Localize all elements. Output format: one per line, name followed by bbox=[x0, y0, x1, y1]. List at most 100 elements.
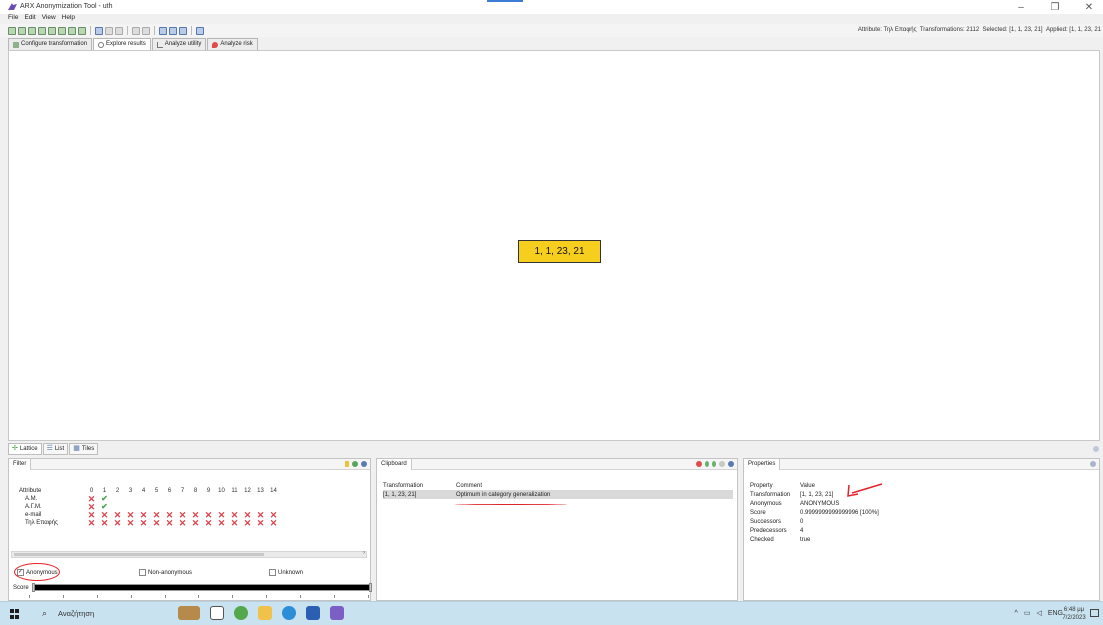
view-menu-icon[interactable] bbox=[1093, 446, 1099, 452]
non-anonymous-checkbox[interactable]: Non-anonymous bbox=[139, 569, 192, 576]
level-11: 11 bbox=[231, 488, 238, 494]
arx-taskbar-icon[interactable] bbox=[330, 606, 344, 620]
menu-view[interactable]: View bbox=[42, 14, 56, 24]
anonymize-icon[interactable] bbox=[95, 26, 103, 35]
move-up-icon[interactable] bbox=[705, 461, 709, 467]
tab-analyze-utility[interactable]: Analyze utility bbox=[151, 38, 207, 50]
tab-lattice[interactable]: ✢ Lattice bbox=[8, 443, 42, 455]
table-icon[interactable] bbox=[169, 26, 177, 35]
level-excluded-icon[interactable]: ✕ bbox=[124, 518, 137, 528]
menu-file[interactable]: File bbox=[8, 14, 18, 24]
new-project-icon[interactable] bbox=[8, 26, 16, 35]
level-excluded-icon[interactable]: ✕ bbox=[241, 518, 254, 528]
clock-time: 6:48 μμ bbox=[1063, 607, 1085, 613]
open-project-icon[interactable] bbox=[18, 26, 26, 35]
table-row[interactable]: [1, 1, 23, 21] Optimum in category gener… bbox=[383, 490, 733, 499]
level-excluded-icon[interactable]: ✕ bbox=[215, 518, 228, 528]
save-as-icon[interactable] bbox=[38, 26, 46, 35]
notification-icon[interactable] bbox=[1090, 609, 1099, 617]
taskbar-clock[interactable]: 6:48 μμ 7/2/2023 bbox=[1059, 606, 1089, 622]
network-icon[interactable]: ▭ bbox=[1024, 609, 1031, 617]
search-icon[interactable]: ⌕ bbox=[42, 608, 47, 619]
properties-tab[interactable]: Properties bbox=[744, 459, 781, 470]
level-excluded-icon[interactable]: ✕ bbox=[267, 518, 280, 528]
menu-help[interactable]: Help bbox=[62, 14, 75, 24]
move-down-icon[interactable] bbox=[712, 461, 716, 467]
score-range-slider[interactable] bbox=[31, 583, 372, 592]
unknown-checkbox[interactable]: Unknown bbox=[269, 569, 303, 576]
tab-list[interactable]: ☰ List bbox=[42, 443, 69, 455]
level-excluded-icon[interactable]: ✕ bbox=[254, 518, 267, 528]
non-anonymous-check-box[interactable] bbox=[139, 569, 146, 576]
anonymous-checkbox[interactable]: ✓ Anonymous bbox=[14, 563, 60, 581]
wizard-icon[interactable] bbox=[132, 26, 140, 35]
export-data-icon[interactable] bbox=[58, 26, 66, 35]
tab-configure-transformation[interactable]: Configure transformation bbox=[8, 38, 93, 50]
file-explorer-icon[interactable] bbox=[258, 606, 272, 620]
widgets-icon[interactable] bbox=[210, 606, 224, 620]
lattice-node[interactable]: 1, 1, 23, 21 bbox=[518, 240, 601, 263]
taskbar-search-input[interactable]: Αναζήτηση bbox=[58, 609, 94, 618]
level-excluded-icon[interactable]: ✕ bbox=[150, 518, 163, 528]
filter-tab[interactable]: Filter bbox=[9, 459, 32, 470]
level-excluded-icon[interactable]: ✕ bbox=[176, 518, 189, 528]
lattice-view[interactable]: 1, 1, 23, 21 bbox=[8, 50, 1100, 441]
reset-icon[interactable] bbox=[105, 26, 113, 35]
delete-icon[interactable] bbox=[696, 461, 702, 467]
close-button[interactable]: ✕ bbox=[1083, 2, 1095, 13]
create-hierarchy-icon[interactable] bbox=[142, 26, 150, 35]
tab-analyze-risk[interactable]: Analyze risk bbox=[207, 38, 258, 50]
unknown-check-box[interactable] bbox=[269, 569, 276, 576]
level-excluded-icon[interactable]: ✕ bbox=[163, 518, 176, 528]
maximize-button[interactable]: ❐ bbox=[1049, 2, 1061, 13]
clipboard-tab[interactable]: Clipboard bbox=[377, 459, 412, 470]
settings-icon[interactable] bbox=[115, 26, 123, 35]
col-property[interactable]: Property bbox=[750, 483, 800, 489]
edge-icon[interactable] bbox=[282, 606, 296, 620]
table-row: Predecessors 4 bbox=[750, 526, 879, 535]
save-project-icon[interactable] bbox=[28, 26, 36, 35]
score-min-handle[interactable] bbox=[31, 583, 35, 592]
property-value: 4 bbox=[800, 527, 804, 534]
col-comment[interactable]: Comment bbox=[456, 483, 482, 489]
level-excluded-icon[interactable]: ✕ bbox=[228, 518, 241, 528]
level-excluded-icon[interactable]: ✕ bbox=[189, 518, 202, 528]
level-excluded-icon[interactable]: ✕ bbox=[111, 518, 124, 528]
tab-tiles[interactable]: ▦ Tiles bbox=[69, 443, 99, 455]
menu-edit[interactable]: Edit bbox=[24, 14, 35, 24]
grid-icon[interactable] bbox=[179, 26, 187, 35]
score-max-handle[interactable] bbox=[368, 583, 372, 592]
level-excluded-icon[interactable]: ✕ bbox=[85, 518, 98, 528]
col-transformation[interactable]: Transformation bbox=[383, 483, 456, 489]
windows-start-icon[interactable] bbox=[10, 609, 20, 619]
scrollbar-thumb[interactable] bbox=[14, 553, 264, 556]
level-excluded-icon[interactable]: ✕ bbox=[98, 518, 111, 528]
chevron-up-icon[interactable]: ^ bbox=[1015, 610, 1018, 617]
status-transformations: 2112 bbox=[966, 27, 980, 33]
refresh-icon[interactable] bbox=[352, 461, 358, 467]
level-excluded-icon[interactable]: ✕ bbox=[137, 518, 150, 528]
config-icon bbox=[13, 41, 19, 48]
add-icon[interactable] bbox=[159, 26, 167, 35]
utility-icon bbox=[156, 41, 163, 48]
volume-icon[interactable]: ◁ bbox=[1036, 609, 1041, 617]
export-hierarchy-icon[interactable] bbox=[78, 26, 86, 35]
arrow-icon[interactable] bbox=[345, 461, 349, 467]
minimize-button[interactable]: – bbox=[1015, 2, 1027, 13]
word-icon[interactable] bbox=[306, 606, 320, 620]
scroll-right-icon[interactable]: › bbox=[363, 550, 365, 556]
tab-explore-results[interactable]: Explore results bbox=[93, 38, 151, 50]
sort-icon[interactable] bbox=[719, 461, 725, 467]
import-hierarchy-icon[interactable] bbox=[68, 26, 76, 35]
import-data-icon[interactable] bbox=[48, 26, 56, 35]
help-icon[interactable] bbox=[196, 26, 204, 35]
help-icon[interactable] bbox=[361, 461, 367, 467]
col-value[interactable]: Value bbox=[800, 483, 815, 489]
help-icon[interactable] bbox=[1090, 461, 1096, 467]
task-view-icon[interactable] bbox=[178, 606, 200, 620]
level-excluded-icon[interactable]: ✕ bbox=[202, 518, 215, 528]
green-app-icon[interactable] bbox=[234, 606, 248, 620]
filter-horizontal-scrollbar[interactable]: › bbox=[11, 550, 367, 558]
help-icon[interactable] bbox=[728, 461, 734, 467]
properties-panel: Properties Property Value Transformation… bbox=[743, 458, 1100, 601]
